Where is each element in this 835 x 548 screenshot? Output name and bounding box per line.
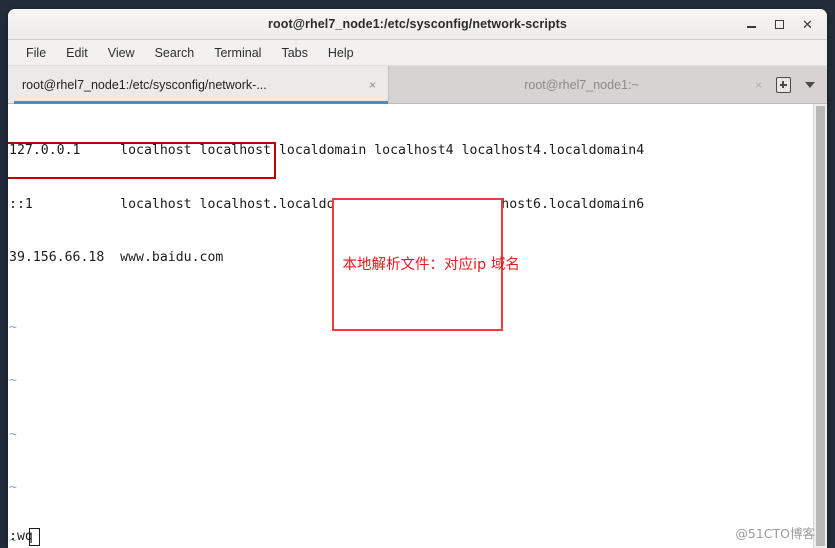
menu-item-help[interactable]: Help bbox=[318, 43, 364, 63]
vim-empty-line: ~ bbox=[9, 426, 17, 442]
menu-bar: File Edit View Search Terminal Tabs Help bbox=[8, 40, 827, 66]
terminal-window: root@rhel7_node1:/etc/sysconfig/network-… bbox=[8, 9, 827, 548]
tab-bar: root@rhel7_node1:/etc/sysconfig/network-… bbox=[8, 66, 827, 104]
menu-item-terminal[interactable]: Terminal bbox=[204, 43, 271, 63]
close-button[interactable]: ✕ bbox=[800, 17, 815, 32]
terminal-text-area[interactable]: 127.0.0.1 localhost localhost.localdomai… bbox=[8, 104, 813, 548]
scrollbar-thumb[interactable] bbox=[816, 106, 825, 546]
desktop-background: root@rhel7_node1:/etc/sysconfig/network-… bbox=[0, 0, 835, 548]
tab-label-active: root@rhel7_node1:/etc/sysconfig/network-… bbox=[22, 77, 267, 92]
menu-item-view[interactable]: View bbox=[98, 43, 145, 63]
window-title: root@rhel7_node1:/etc/sysconfig/network-… bbox=[268, 17, 567, 31]
annotation-note-text: 本地解析文件：对应ip 域名 bbox=[342, 256, 520, 273]
tab-close-icon-active[interactable]: × bbox=[369, 78, 376, 92]
vim-empty-line: ~ bbox=[9, 479, 17, 495]
tab-network-scripts[interactable]: root@rhel7_node1:/etc/sysconfig/network-… bbox=[8, 66, 389, 104]
vim-command-line: :wq bbox=[9, 528, 40, 546]
minimize-button[interactable] bbox=[744, 17, 759, 32]
tab-bar-actions bbox=[774, 66, 827, 103]
window-controls: ✕ bbox=[744, 9, 821, 39]
terminal-body[interactable]: 127.0.0.1 localhost localhost.localdomai… bbox=[8, 104, 827, 548]
window-titlebar: root@rhel7_node1:/etc/sysconfig/network-… bbox=[8, 9, 827, 40]
tab-home[interactable]: root@rhel7_node1:~ × bbox=[389, 66, 774, 103]
watermark: @51CTO博客 bbox=[735, 526, 815, 541]
text-cursor bbox=[28, 528, 40, 546]
vim-empty-line: ~ bbox=[9, 532, 17, 548]
hosts-line-ipv4: 127.0.0.1 localhost localhost.localdomai… bbox=[9, 143, 645, 159]
tab-label-inactive: root@rhel7_node1:~ bbox=[524, 77, 639, 92]
vim-empty-line: ~ bbox=[9, 373, 17, 389]
menu-item-search[interactable]: Search bbox=[145, 43, 205, 63]
annotation-note-box: 本地解析文件：对应ip 域名 bbox=[332, 198, 520, 331]
terminal-scrollbar[interactable] bbox=[813, 104, 827, 548]
maximize-button[interactable] bbox=[772, 17, 787, 32]
menu-item-tabs[interactable]: Tabs bbox=[271, 43, 317, 63]
new-tab-icon[interactable] bbox=[774, 76, 791, 93]
tab-close-icon-inactive[interactable]: × bbox=[755, 78, 762, 92]
menu-item-edit[interactable]: Edit bbox=[56, 43, 98, 63]
chevron-down-icon[interactable] bbox=[805, 81, 815, 88]
menu-item-file[interactable]: File bbox=[16, 43, 56, 63]
